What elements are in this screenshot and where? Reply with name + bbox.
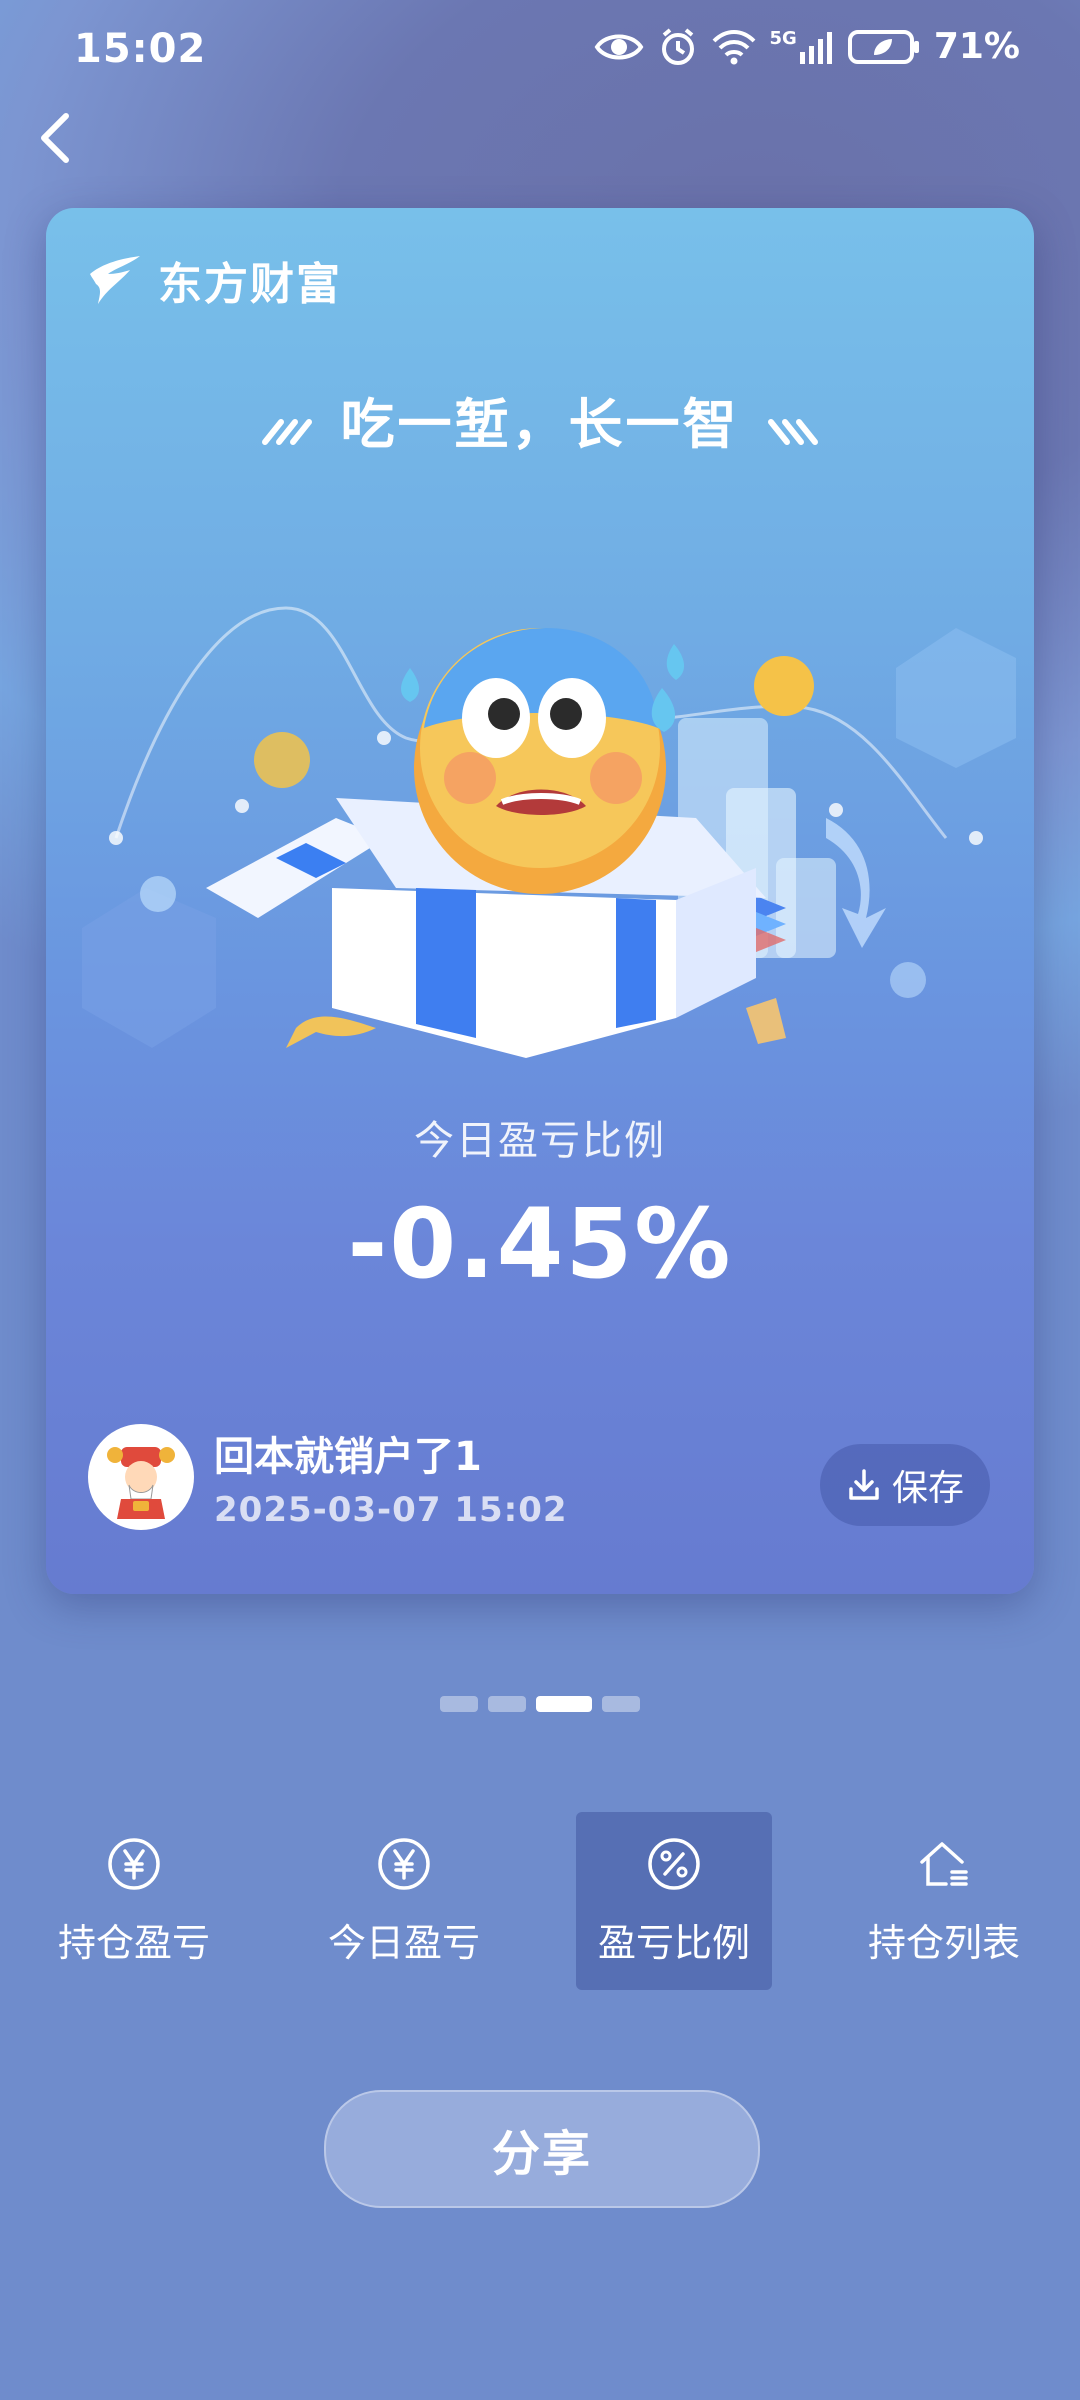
tab-position-pnl[interactable]: 持仓盈亏 xyxy=(36,1812,232,1990)
share-label: 分享 xyxy=(491,2126,592,2182)
user-name: 回本就销户了1 xyxy=(214,1434,482,1480)
carousel-indicator xyxy=(0,1696,1080,1712)
back-arrow-icon[interactable] xyxy=(30,106,90,166)
wifi-icon xyxy=(712,29,755,64)
right-stripes-icon xyxy=(768,419,819,446)
save-label: 保存 xyxy=(891,1468,964,1509)
user-text: 回本就销户了1 2025-03-07 15:02 xyxy=(214,1424,568,1530)
house-list-icon xyxy=(920,1841,968,1886)
slogan-text: 吃一堑，长一智 xyxy=(340,393,740,456)
shocked-emoji-gift-illustration xyxy=(82,606,1016,1058)
save-button[interactable]: 保存 xyxy=(820,1444,990,1526)
share-button[interactable]: 分享 xyxy=(324,2090,760,2208)
status-bar: 15:02 5G 71% xyxy=(0,0,1080,100)
status-time: 15:02 xyxy=(74,26,207,72)
timestamp: 2025-03-07 15:02 xyxy=(214,1490,568,1530)
tab-label: 盈亏比例 xyxy=(597,1920,750,1965)
signal-indicator: 5G xyxy=(769,27,834,64)
slogan: 吃一堑，长一智 xyxy=(46,380,1034,459)
yen-circle-icon xyxy=(378,1837,430,1890)
eye-icon xyxy=(594,34,643,59)
status-icons: 5G 71% xyxy=(594,26,1020,67)
download-icon xyxy=(849,1469,879,1500)
tab-position-list[interactable]: 持仓列表 xyxy=(846,1812,1042,1990)
carousel-dot[interactable] xyxy=(440,1696,478,1712)
carousel-dot[interactable] xyxy=(488,1696,526,1712)
avatar-image-icon xyxy=(95,1431,187,1523)
battery-level: 71% xyxy=(933,26,1020,67)
tab-label: 持仓盈亏 xyxy=(57,1920,210,1965)
yen-circle-icon xyxy=(108,1837,160,1890)
user-info: 回本就销户了1 2025-03-07 15:02 xyxy=(88,1424,568,1530)
percent-circle-icon xyxy=(648,1837,700,1890)
avatar xyxy=(88,1424,194,1530)
alarm-icon xyxy=(661,27,694,65)
carousel-dot[interactable] xyxy=(602,1696,640,1712)
carousel-dot-active[interactable] xyxy=(536,1696,592,1712)
tab-label: 今日盈亏 xyxy=(327,1920,480,1965)
tab-label: 持仓列表 xyxy=(867,1920,1020,1965)
brand-logo: 东方财富 xyxy=(86,248,342,312)
brand-name: 东方财富 xyxy=(158,259,342,310)
metric-label: 今日盈亏比例 xyxy=(414,1118,666,1164)
card-type-tabs: 持仓盈亏 今日盈亏 盈亏比例 持仓列表 xyxy=(0,1812,1080,1992)
battery-icon xyxy=(847,29,919,64)
metric-value: -0.45% xyxy=(347,1188,733,1300)
tab-pnl-ratio[interactable]: 盈亏比例 xyxy=(576,1812,772,1990)
share-card: 东方财富 吃一堑，长一智 今日盈亏比例 -0.45% 回本就销户了1 2025-… xyxy=(46,208,1034,1594)
brand-logo-icon xyxy=(90,256,140,304)
signal-bars-icon xyxy=(799,31,832,64)
tab-today-pnl[interactable]: 今日盈亏 xyxy=(306,1812,502,1990)
left-stripes-icon xyxy=(261,419,312,446)
network-type: 5G xyxy=(769,27,797,49)
